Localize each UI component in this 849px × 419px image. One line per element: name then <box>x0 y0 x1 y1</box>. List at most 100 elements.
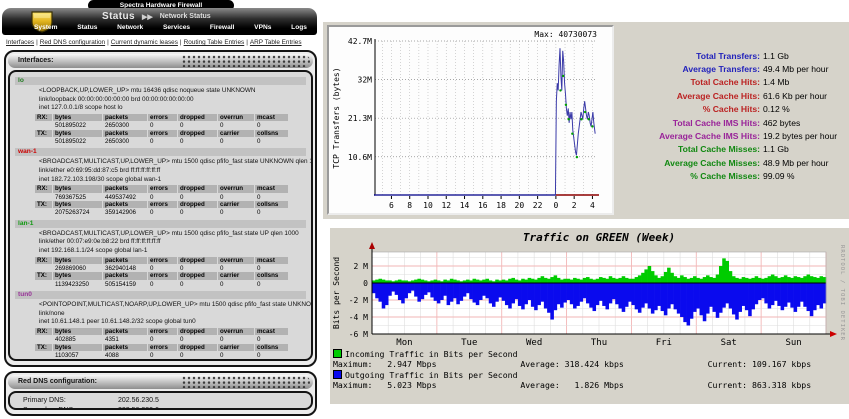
table-value-cell: 0 <box>220 122 224 130</box>
interface-detail-line: <LOOPBACK,UP,LOWER_UP> mtu 16436 qdisc n… <box>39 87 256 94</box>
table-value-cell: 0 <box>220 265 224 272</box>
dns-label: Secondary DNS: <box>23 406 118 408</box>
table-header-cell: dropped <box>178 201 217 209</box>
stat-value: 19.2 bytes per hour <box>763 131 838 142</box>
table-header-cell: packets <box>103 343 147 352</box>
nav-section-title: Status <box>102 11 135 22</box>
svg-text:14: 14 <box>460 201 470 210</box>
link-interfaces[interactable]: Interfaces <box>6 39 34 46</box>
table-header-cell: bytes <box>53 113 102 122</box>
table-value-cell: 0 <box>220 280 224 288</box>
table-value-cell: 501895022 <box>55 122 86 130</box>
menu-item-network[interactable]: Network <box>117 24 143 31</box>
table-value-cell: 0 <box>180 336 184 344</box>
table-header-cell: errors <box>148 343 177 352</box>
stat-value: 1.4 Mb <box>763 77 790 88</box>
row-label: RX: <box>35 256 52 264</box>
menu-item-firewall[interactable]: Firewall <box>210 24 235 31</box>
menu-item-vpns[interactable]: VPNs <box>254 24 271 31</box>
table-value-cell: 2075263724 <box>55 209 90 217</box>
svg-text:21.3M: 21.3M <box>348 114 372 123</box>
interface-detail-line: inet 10.61.148.1 peer 10.61.148.2/32 sco… <box>39 318 196 326</box>
table-value-cell: 0 <box>150 336 154 344</box>
table-header-cell: dropped <box>178 343 217 352</box>
stat-line: Total Cache IMS Hits: 462 bytes <box>619 116 848 129</box>
interface-detail-line: <BROADCAST,MULTICAST,UP,LOWER_UP> mtu 15… <box>39 229 299 237</box>
svg-text:6: 6 <box>389 201 394 210</box>
interface-name-bar: lan-1 <box>15 219 306 228</box>
row-label <box>35 336 53 343</box>
table-value-cell: 0 <box>150 352 154 360</box>
table-value-cell: 0 <box>257 209 261 217</box>
table-value-cell: 0 <box>257 122 261 130</box>
table-header-cell: bytes <box>53 201 102 209</box>
table-header-cell: packets <box>103 113 147 122</box>
menu-item-logs[interactable]: Logs <box>291 24 307 31</box>
dns-list: Primary DNS:202.56.230.5Secondary DNS:20… <box>8 391 313 410</box>
stat-line: Total Cache Misses: 1.1 Gb <box>619 143 848 156</box>
breadcrumb-arrow-icon: ▶▶ <box>141 13 153 21</box>
stat-line: Average Transfers: 49.4 Mb per hour <box>619 62 848 75</box>
interfaces-box: Interfaces: lo <LOOPBACK,UP,LOWER_UP> mtu… <box>4 50 317 367</box>
table-value-cell: 0 <box>180 122 184 130</box>
svg-text:16: 16 <box>478 201 488 210</box>
menu-item-services[interactable]: Services <box>163 24 190 31</box>
svg-text:Bits per Second: Bits per Second <box>332 257 341 329</box>
interface-counters-table: RX: bytes packets errors dropped overrun mcast… <box>35 328 306 360</box>
table-header-cell: packets <box>103 328 147 336</box>
link-red-dns-configuration[interactable]: Red DNS configuration <box>40 39 105 46</box>
interface-name-bar: tun0 <box>15 291 306 300</box>
table-header-cell: dropped <box>178 185 217 193</box>
menu-item-status[interactable]: Status <box>77 24 97 31</box>
breadcrumb: Status ▶▶ Network Status <box>102 11 211 22</box>
interface-detail-line: <BROADCAST,MULTICAST,UP,LOWER_UP> mtu 15… <box>39 158 313 166</box>
svg-text:10: 10 <box>423 201 433 210</box>
table-value-cell: 1103057 <box>55 352 79 360</box>
table-value-cell: 0 <box>150 193 154 201</box>
row-label <box>35 352 53 359</box>
table-header-cell: dropped <box>178 113 217 122</box>
dns-value: 202.56.230.6 <box>118 406 159 408</box>
table-header-cell: errors <box>148 256 177 264</box>
link-routing-table-entries[interactable]: Routing Table Entries <box>184 39 245 46</box>
table-value-cell: 0 <box>180 193 184 201</box>
legend-stats-line: Maximum: 2.947 Mbps Average: 318.424 kbp… <box>333 359 812 370</box>
table-header-cell: carrier <box>218 272 254 280</box>
table-header-cell: packets <box>103 201 147 209</box>
row-label: RX: <box>35 113 52 122</box>
row-label: TX: <box>35 343 52 352</box>
nav-subsection-title: Network Status <box>159 13 211 20</box>
table-header-cell: bytes <box>53 343 102 352</box>
interfaces-list: lo <LOOPBACK,UP,LOWER_UP> mtu 16436 qdisc… <box>8 70 313 361</box>
tcp-transfers-chart: 10.6M 21.3M 32M 42.7M 6 8 10 12 14 16 18 20 22 0 2 4 Max… <box>329 27 612 213</box>
svg-text:20: 20 <box>515 201 525 210</box>
row-label <box>35 138 53 145</box>
table-header-cell: overrun <box>218 185 254 193</box>
svg-text:18: 18 <box>496 201 506 210</box>
link-current-dynamic-leases[interactable]: Current dynamic leases <box>111 39 178 46</box>
table-header-cell: packets <box>103 256 147 264</box>
svg-text:TCP Transfers (bytes): TCP Transfers (bytes) <box>332 67 341 168</box>
svg-text:0: 0 <box>553 201 558 210</box>
link-arp-table-entries[interactable]: ARP Table Entries <box>250 39 302 46</box>
stat-label: % Cache Misses: <box>690 171 760 182</box>
interface-detail-line: link/ether 00:07:e9:0e:b8:22 brd ff:ff:f… <box>39 238 161 246</box>
interface-detail-line: <POINTOPOINT,MULTICAST,NOARP,UP,LOWER_UP… <box>39 301 311 309</box>
table-header-cell: mcast <box>255 185 288 193</box>
table-value-cell: 505154159 <box>105 280 136 288</box>
legend-stats-line: Maximum: 5.023 Mbps Average: 1.826 Mbps … <box>333 379 812 390</box>
svg-text:4: 4 <box>590 201 595 210</box>
legend-swatch-icon <box>333 369 342 379</box>
table-value-cell: 4088 <box>105 352 119 360</box>
table-value-cell: 0 <box>257 138 261 145</box>
table-value-cell: 0 <box>150 280 154 288</box>
menu-item-system[interactable]: System <box>34 24 57 31</box>
table-header-cell: carrier <box>218 343 254 352</box>
table-header-cell: bytes <box>53 328 102 336</box>
interfaces-box-header: Interfaces: <box>8 54 313 68</box>
svg-text:2 M: 2 M <box>354 262 369 271</box>
interface-name-bar: lo <box>15 77 306 85</box>
interface-detail-line: link/none <box>39 309 65 317</box>
svg-text:Sat: Sat <box>721 338 737 348</box>
svg-text:-6 M: -6 M <box>349 330 368 339</box>
